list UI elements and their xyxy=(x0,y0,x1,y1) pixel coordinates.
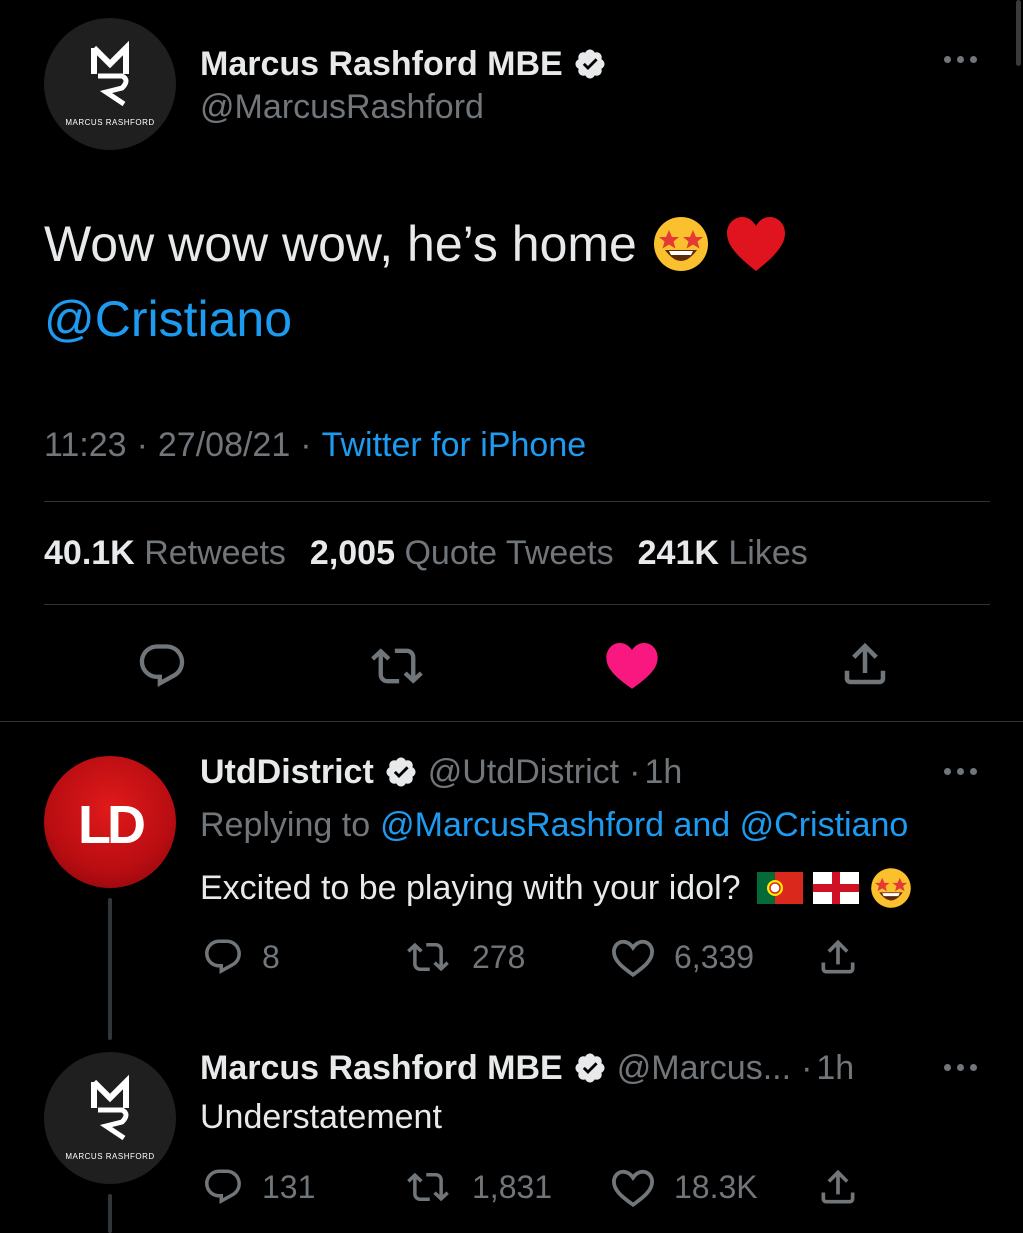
verified-badge-icon xyxy=(575,1053,605,1083)
retweet-count: 278 xyxy=(472,938,526,975)
like-icon-active[interactable] xyxy=(604,638,660,690)
like-action[interactable]: 6,339 xyxy=(610,936,754,978)
share-icon[interactable] xyxy=(816,934,860,980)
star-struck-emoji xyxy=(653,217,708,271)
handle[interactable]: @Marcus... xyxy=(617,1049,791,1088)
reply-text: Understatement xyxy=(200,1098,442,1136)
author-name-row: Marcus Rashford MBE xyxy=(200,42,607,86)
tweet-age[interactable]: 1h xyxy=(816,1049,854,1088)
tweet-text-line: Wow wow wow, he’s home xyxy=(44,214,787,274)
retweet-action[interactable]: 1,831 xyxy=(402,1166,552,1208)
retweet-action[interactable]: 278 xyxy=(402,936,525,978)
display-name[interactable]: Marcus Rashford MBE xyxy=(200,45,563,84)
reply-count: 8 xyxy=(262,938,280,975)
reply-header: Marcus Rashford MBE @Marcus... · 1h xyxy=(200,1048,855,1088)
thread-line xyxy=(108,1194,112,1233)
more-options-icon[interactable] xyxy=(944,1064,977,1071)
scrollbar[interactable] xyxy=(1016,0,1021,66)
likes-stat[interactable]: 241K Likes xyxy=(638,534,808,573)
retweets-stat[interactable]: 40.1K Retweets xyxy=(44,534,286,573)
retweet-icon[interactable] xyxy=(366,640,428,692)
avatar[interactable]: LD xyxy=(44,756,176,888)
portugal-flag xyxy=(756,872,803,904)
retweet-icon xyxy=(407,942,449,972)
england-flag xyxy=(812,872,859,904)
reply-icon xyxy=(205,939,241,974)
divider xyxy=(0,721,1023,722)
reply-icon xyxy=(205,1169,241,1204)
star-struck-emoji xyxy=(870,868,911,908)
thread-line xyxy=(108,898,112,1040)
tweet-age[interactable]: 1h xyxy=(644,753,682,792)
reply-icon[interactable] xyxy=(136,640,188,692)
verified-badge-icon xyxy=(575,49,605,79)
replying-to: Replying to @MarcusRashford and @Cristia… xyxy=(200,806,909,845)
more-options-icon[interactable] xyxy=(944,56,977,63)
mr-monogram-logo xyxy=(91,1074,129,1141)
tweet-date: 27/08/21 xyxy=(157,426,291,464)
like-action[interactable]: 18.3K xyxy=(610,1166,758,1208)
tweet-text: Wow wow wow, he’s home xyxy=(44,216,637,272)
mention-link[interactable]: @Cristiano xyxy=(44,290,292,348)
handle[interactable]: @UtdDistrict xyxy=(428,753,619,792)
avatar-brand-text: MARCUS RASHFORD xyxy=(65,1152,155,1161)
reply-action[interactable]: 8 xyxy=(202,936,280,978)
reply-header: UtdDistrict @UtdDistrict · 1h xyxy=(200,752,683,792)
retweet-count: 1,831 xyxy=(472,1168,553,1205)
avatar[interactable]: MARCUS RASHFORD xyxy=(44,18,176,150)
replying-to-links[interactable]: @MarcusRashford and @Cristiano xyxy=(380,806,908,845)
verified-badge-icon xyxy=(386,757,416,787)
like-count: 6,339 xyxy=(674,938,755,975)
handle[interactable]: @MarcusRashford xyxy=(200,88,484,127)
quote-tweets-stat[interactable]: 2,005 Quote Tweets xyxy=(310,534,614,573)
avatar[interactable]: MARCUS RASHFORD xyxy=(44,1052,176,1184)
reply-text-line: Excited to be playing with your idol? xyxy=(200,866,913,910)
tweet-time: 11:23 xyxy=(44,426,127,464)
display-name[interactable]: Marcus Rashford MBE xyxy=(200,1049,563,1088)
tweet-stats: 40.1K Retweets 2,005 Quote Tweets 241K L… xyxy=(44,534,808,573)
like-icon xyxy=(611,1169,655,1208)
red-heart-emoji xyxy=(726,217,785,271)
reply-count: 131 xyxy=(262,1168,316,1205)
reply-text: Excited to be playing with your idol? xyxy=(200,868,741,907)
ld-logo: LD xyxy=(78,795,146,855)
mr-monogram-logo xyxy=(91,40,129,107)
share-icon[interactable] xyxy=(838,636,892,692)
tweet-meta: 11:23 · 27/08/21 · Twitter for iPhone xyxy=(44,426,587,465)
display-name[interactable]: UtdDistrict xyxy=(200,753,374,792)
more-options-icon[interactable] xyxy=(944,768,977,775)
divider xyxy=(44,604,990,605)
share-icon[interactable] xyxy=(816,1164,860,1210)
like-icon xyxy=(611,939,655,978)
divider xyxy=(44,501,990,502)
retweet-icon xyxy=(407,1172,449,1202)
like-count: 18.3K xyxy=(674,1168,758,1205)
tweet-source-link[interactable]: Twitter for iPhone xyxy=(322,426,587,465)
avatar-brand-text: MARCUS RASHFORD xyxy=(65,118,155,127)
reply-action[interactable]: 131 xyxy=(202,1166,315,1208)
